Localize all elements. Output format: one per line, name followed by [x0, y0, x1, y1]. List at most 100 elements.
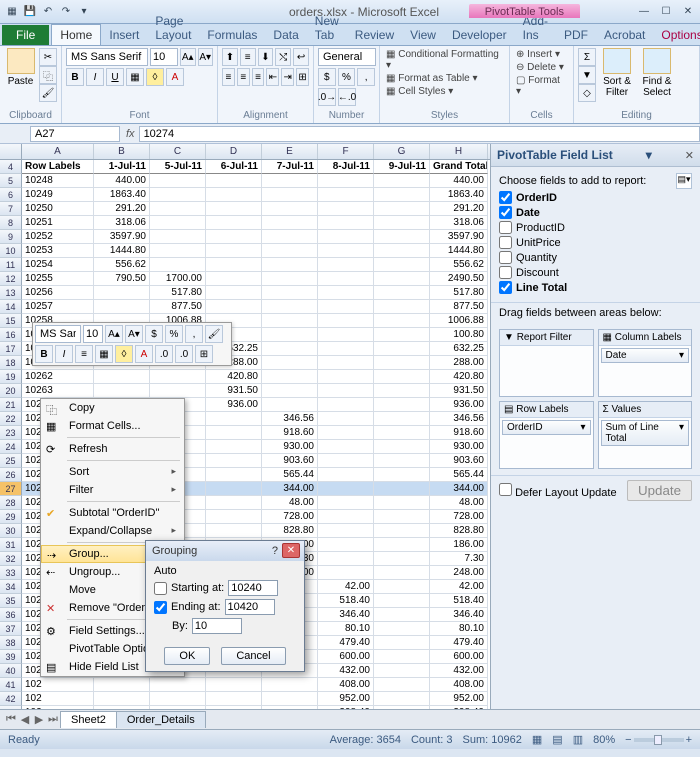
mini-decdec-icon[interactable]: .0	[175, 345, 193, 363]
column-header[interactable]: D	[206, 144, 262, 159]
mini-incdec-icon[interactable]: .0	[155, 345, 173, 363]
font-size-input[interactable]	[150, 48, 178, 66]
comma-icon[interactable]: ,	[357, 68, 375, 86]
indent-dec-icon[interactable]: ⇤	[266, 68, 279, 86]
table-row[interactable]: 2010263931.50931.50	[0, 384, 490, 398]
mini-percent-icon[interactable]: %	[165, 325, 183, 343]
shrink-font-icon[interactable]: A▾	[198, 48, 214, 66]
minimize-icon[interactable]: —	[636, 4, 652, 20]
name-box[interactable]	[30, 126, 120, 142]
mini-grow-font-icon[interactable]: A▴	[105, 325, 123, 343]
mini-shrink-font-icon[interactable]: A▾	[125, 325, 143, 343]
merge-center-icon[interactable]: ⊞	[296, 68, 309, 86]
align-center-icon[interactable]: ≡	[237, 68, 250, 86]
format-cells-button[interactable]: ▢ Format ▾	[514, 74, 569, 98]
format-as-table-button[interactable]: ▦ Format as Table ▾	[384, 72, 505, 85]
tab-nav-last-icon[interactable]: ⏭	[46, 713, 60, 726]
field-checkbox[interactable]: Line Total	[499, 281, 692, 294]
field-checkbox[interactable]: ProductID	[499, 221, 692, 234]
cm-format-cells[interactable]: ▦Format Cells...	[41, 417, 184, 435]
dialog-close-icon[interactable]: ✕	[282, 543, 300, 558]
tab-nav-next-icon[interactable]: ▶	[32, 713, 46, 726]
mini-font-name[interactable]	[35, 325, 81, 343]
close-icon[interactable]: ✕	[680, 4, 696, 20]
mini-currency-icon[interactable]: $	[145, 325, 163, 343]
row-field-pill[interactable]: OrderID▾	[502, 420, 591, 435]
fx-icon[interactable]: fx	[126, 128, 135, 140]
mini-comma-icon[interactable]: ,	[185, 325, 203, 343]
orientation-icon[interactable]: ⤭	[275, 48, 291, 66]
column-header[interactable]: B	[94, 144, 150, 159]
currency-icon[interactable]: $	[318, 68, 336, 86]
cm-filter[interactable]: Filter▸	[41, 481, 184, 499]
table-row[interactable]: 6102491863.401863.40	[0, 188, 490, 202]
values-area[interactable]: Σ Values Sum of Line Total▾	[598, 401, 693, 469]
field-list-dropdown-icon[interactable]: ▾	[646, 148, 652, 162]
font-color-icon[interactable]: A	[166, 68, 184, 86]
conditional-formatting-button[interactable]: ▦ Conditional Formatting ▾	[384, 48, 505, 72]
sort-filter-button[interactable]: Sort & Filter	[598, 48, 636, 98]
decrease-decimal-icon[interactable]: ←.0	[338, 88, 356, 106]
align-middle-icon[interactable]: ≡	[240, 48, 256, 66]
paste-button[interactable]: Paste	[4, 48, 37, 87]
mini-font-size[interactable]	[83, 325, 103, 343]
align-bottom-icon[interactable]: ⬇	[258, 48, 274, 66]
autosum-icon[interactable]: Σ	[578, 48, 596, 66]
redo-icon[interactable]: ↷	[58, 4, 74, 20]
field-checkbox[interactable]: UnitPrice	[499, 236, 692, 249]
table-row[interactable]: 43102398.40398.40	[0, 706, 490, 709]
ending-at-input[interactable]	[225, 599, 275, 615]
mini-merge-icon[interactable]: ⊞	[195, 345, 213, 363]
cancel-button[interactable]: Cancel	[221, 647, 285, 665]
border-icon[interactable]: ▦	[126, 68, 144, 86]
qat-more-icon[interactable]: ▾	[76, 4, 92, 20]
column-header[interactable]: C	[150, 144, 206, 159]
tab-new[interactable]: New Tab	[307, 11, 347, 45]
table-row[interactable]: 41102408.00408.00	[0, 678, 490, 692]
tab-page-layout[interactable]: Page Layout	[147, 11, 199, 45]
column-header[interactable]: A	[22, 144, 94, 159]
percent-icon[interactable]: %	[338, 68, 356, 86]
cell-styles-button[interactable]: ▦ Cell Styles ▾	[384, 85, 505, 98]
table-row[interactable]: 4Row Labels1-Jul-115-Jul-116-Jul-117-Jul…	[0, 160, 490, 174]
tab-formulas[interactable]: Formulas	[199, 25, 265, 45]
field-checkbox[interactable]: Quantity	[499, 251, 692, 264]
bold-button[interactable]: B	[66, 68, 84, 86]
tab-insert[interactable]: Insert	[101, 25, 147, 45]
tab-nav-prev-icon[interactable]: ◀	[18, 713, 32, 726]
table-row[interactable]: 1410257877.50877.50	[0, 300, 490, 314]
fill-icon[interactable]: ▼	[578, 66, 596, 84]
tab-options[interactable]: Options	[653, 25, 700, 45]
formula-bar[interactable]	[139, 126, 700, 142]
by-input[interactable]	[192, 618, 242, 634]
field-checkbox[interactable]: OrderID	[499, 191, 692, 204]
mini-border-icon[interactable]: ▦	[95, 345, 113, 363]
cm-expand-collapse[interactable]: Expand/Collapse▸	[41, 522, 184, 540]
table-row[interactable]: 1110254556.62556.62	[0, 258, 490, 272]
column-header[interactable]: G	[374, 144, 430, 159]
mini-center-icon[interactable]: ≡	[75, 345, 93, 363]
find-select-button[interactable]: Find & Select	[638, 48, 676, 98]
column-header[interactable]: H	[430, 144, 488, 159]
report-filter-area[interactable]: ▼ Report Filter	[499, 329, 594, 397]
column-header[interactable]: E	[262, 144, 318, 159]
zoom-slider[interactable]: −+	[625, 734, 692, 746]
table-row[interactable]: 710250291.20291.20	[0, 202, 490, 216]
row-labels-area[interactable]: ▤ Row Labels OrderID▾	[499, 401, 594, 469]
number-format-select[interactable]	[318, 48, 376, 66]
table-row[interactable]: 42102952.00952.00	[0, 692, 490, 706]
mini-fill-icon[interactable]: ◊	[115, 345, 133, 363]
zoom-level[interactable]: 80%	[593, 734, 615, 746]
cm-sort[interactable]: Sort▸	[41, 463, 184, 481]
sheet-tab-other[interactable]: Order_Details	[116, 711, 206, 728]
undo-icon[interactable]: ↶	[40, 4, 56, 20]
align-top-icon[interactable]: ⬆	[222, 48, 238, 66]
ok-button[interactable]: OK	[164, 647, 210, 665]
align-left-icon[interactable]: ≡	[222, 68, 235, 86]
format-painter-icon[interactable]: 🖌	[39, 84, 57, 102]
ending-at-checkbox[interactable]	[154, 601, 167, 614]
save-icon[interactable]: 💾	[22, 4, 38, 20]
dialog-help-icon[interactable]: ?	[272, 545, 278, 557]
copy-icon[interactable]: ⿻	[39, 66, 57, 84]
field-list-layout-icon[interactable]: ▤▾	[676, 173, 692, 189]
